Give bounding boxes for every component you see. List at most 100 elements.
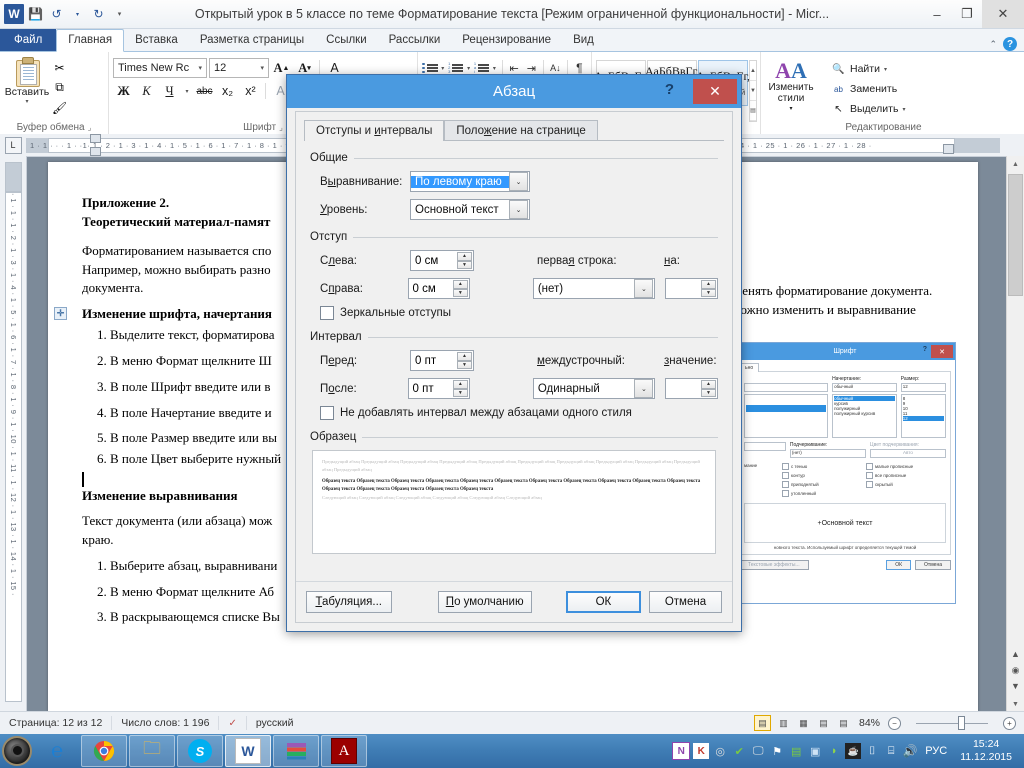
taskbar-item-skype[interactable]: S: [177, 735, 223, 767]
volume-icon[interactable]: 🔊: [902, 743, 918, 759]
first-line-indent-marker[interactable]: [90, 133, 101, 143]
italic-button[interactable]: К: [136, 81, 157, 101]
word-count[interactable]: Число слов: 1 196: [112, 716, 220, 730]
find-dropdown-icon[interactable]: ▾: [884, 66, 887, 73]
font-name-combo[interactable]: Times New Rc ▾: [113, 58, 207, 78]
scroll-thumb[interactable]: [1008, 174, 1023, 296]
tab-page-layout[interactable]: Разметка страницы: [189, 30, 315, 51]
styles-scroll-down-icon[interactable]: ▼: [750, 81, 756, 101]
superscript-button[interactable]: x²: [240, 81, 261, 101]
taskbar-item-microsoft-word[interactable]: W: [225, 735, 271, 767]
flag-icon[interactable]: ⚑: [769, 743, 785, 759]
styles-more-icon[interactable]: ▤: [750, 101, 756, 121]
clock[interactable]: 15:24 11.12.2015: [954, 738, 1018, 764]
redo-icon[interactable]: ↻: [89, 5, 108, 24]
view-print-layout-icon[interactable]: ▤: [753, 715, 771, 731]
view-full-screen-reading-icon[interactable]: ▥: [776, 716, 791, 730]
tab-home[interactable]: Главная: [56, 29, 125, 52]
close-button[interactable]: ✕: [982, 0, 1024, 28]
dialog-close-button[interactable]: ✕: [693, 79, 737, 104]
vertical-ruler-track[interactable]: · 1 · 1 · 1 · 2 · 1 · 3 · 1 · 4 · 1 · 5 …: [5, 192, 22, 702]
cancel-button[interactable]: Отмена: [648, 591, 722, 613]
spin-up-icon[interactable]: ▲: [457, 252, 472, 261]
language-indicator[interactable]: русский: [247, 716, 303, 730]
proofing-status[interactable]: ✓: [219, 716, 247, 730]
taskbar-item-google-chrome[interactable]: [81, 735, 127, 767]
bold-button[interactable]: Ж: [113, 81, 134, 101]
spacing-before-spinner[interactable]: 0 пт ▲ ▼: [410, 350, 474, 371]
find-button[interactable]: 🔍 Найти ▾: [831, 59, 936, 79]
spin-down-icon[interactable]: ▼: [701, 288, 716, 297]
spin-up-icon[interactable]: ▲: [457, 352, 472, 361]
tab-file[interactable]: Файл: [0, 29, 57, 51]
list-icon[interactable]: ▤: [788, 743, 804, 759]
spacing-after-spinner[interactable]: 0 пт ▲ ▼: [407, 378, 470, 399]
spin-down-icon[interactable]: ▼: [452, 288, 468, 297]
subscript-button[interactable]: x₂: [217, 81, 238, 101]
paste-dropdown-icon[interactable]: ▾: [25, 98, 28, 105]
kaspersky-icon[interactable]: K: [693, 743, 710, 759]
chevron-down-icon[interactable]: ▾: [196, 64, 204, 72]
leaf-icon[interactable]: ◗: [826, 743, 842, 759]
start-button[interactable]: [0, 734, 34, 768]
underline-button[interactable]: Ч: [159, 81, 180, 101]
taskbar-item-internet-explorer[interactable]: ℮: [35, 736, 79, 766]
move-handle-icon[interactable]: ✛: [54, 307, 67, 321]
change-styles-button[interactable]: AA Изменить стили ▾: [765, 58, 817, 115]
ok-button[interactable]: ОК: [565, 591, 641, 613]
dialog-help-icon[interactable]: ?: [665, 81, 674, 98]
monitor-icon[interactable]: 🖵: [750, 743, 766, 759]
spin-down-icon[interactable]: ▼: [701, 388, 716, 397]
taskbar-item-adobe-acrobat[interactable]: A: [321, 735, 367, 767]
indent-left-spinner[interactable]: 0 см ▲ ▼: [410, 250, 474, 271]
strikethrough-button[interactable]: abc: [194, 81, 215, 101]
tab-mailings[interactable]: Рассылки: [378, 30, 452, 51]
scroll-down-icon[interactable]: ▼: [1007, 696, 1024, 712]
clipboard-dialog-launcher-icon[interactable]: ⌟: [88, 123, 92, 132]
minimize-button[interactable]: –: [922, 0, 952, 28]
check-icon[interactable]: ✔: [731, 743, 747, 759]
view-draft-icon[interactable]: ▤: [836, 716, 851, 730]
disc-icon[interactable]: ◎: [712, 743, 728, 759]
spin-down-icon[interactable]: ▼: [457, 260, 472, 269]
network-icon[interactable]: ⌸: [883, 743, 899, 759]
vertical-ruler[interactable]: · 1 · 1 · 1 · 2 · 1 · 3 · 1 · 4 · 1 · 5 …: [0, 156, 27, 712]
default-button[interactable]: По умолчанию: [437, 591, 532, 613]
spin-up-icon[interactable]: ▲: [452, 280, 468, 289]
underline-dropdown-icon[interactable]: ▾: [182, 81, 192, 101]
zoom-slider[interactable]: [906, 716, 998, 730]
no-space-same-style-checkbox[interactable]: [320, 406, 334, 420]
quick-access-toolbar[interactable]: W 💾 ↺ ▾ ↻ ▾: [0, 4, 129, 24]
indent-by-spinner[interactable]: ▲ ▼: [665, 278, 718, 299]
tab-stop-icon[interactable]: L: [4, 136, 22, 154]
alignment-combo[interactable]: По левому краю ⌄: [410, 171, 530, 192]
no-space-same-style-row[interactable]: Не добавлять интервал между абзацами одн…: [310, 406, 718, 420]
mirror-indents-checkbox[interactable]: [320, 306, 334, 320]
tab-view[interactable]: Вид: [562, 30, 605, 51]
special-indent-combo[interactable]: (нет) ⌄: [532, 278, 656, 299]
view-web-layout-icon[interactable]: ▦: [796, 716, 811, 730]
spacing-at-spinner[interactable]: ▲ ▼: [665, 378, 718, 399]
tab-line-and-page-breaks[interactable]: Положение на странице: [444, 120, 598, 141]
undo-dropdown-icon[interactable]: ▾: [68, 5, 87, 24]
chevron-down-icon[interactable]: ⌄: [509, 172, 528, 191]
tab-selector[interactable]: L: [0, 134, 26, 156]
replace-button[interactable]: ab Заменить: [831, 79, 936, 99]
paragraph-dialog[interactable]: Абзац ? ✕ Отступы и интервалы Положение …: [286, 74, 742, 632]
taskbar-item-winrar[interactable]: [273, 735, 319, 767]
chevron-down-icon[interactable]: ▾: [258, 64, 266, 72]
view-outline-icon[interactable]: ▤: [816, 716, 831, 730]
zoom-out-button[interactable]: −: [888, 716, 901, 730]
save-icon[interactable]: 💾: [26, 5, 45, 24]
left-indent-marker[interactable]: [90, 146, 101, 156]
collapse-ribbon-icon[interactable]: ⌃: [989, 39, 997, 50]
scroll-up-icon[interactable]: ▲: [1007, 156, 1024, 172]
taskbar-item-windows-explorer[interactable]: 🗀: [129, 735, 175, 767]
spin-down-icon[interactable]: ▼: [452, 388, 468, 397]
mirror-indents-row[interactable]: Зеркальные отступы: [310, 306, 718, 320]
next-page-icon[interactable]: ▼: [1008, 678, 1023, 694]
select-dropdown-icon[interactable]: ▾: [902, 106, 905, 113]
previous-page-icon[interactable]: ▲: [1008, 646, 1023, 662]
copy-icon[interactable]: ⧉: [50, 78, 69, 97]
chevron-down-icon[interactable]: ⌄: [634, 379, 654, 398]
